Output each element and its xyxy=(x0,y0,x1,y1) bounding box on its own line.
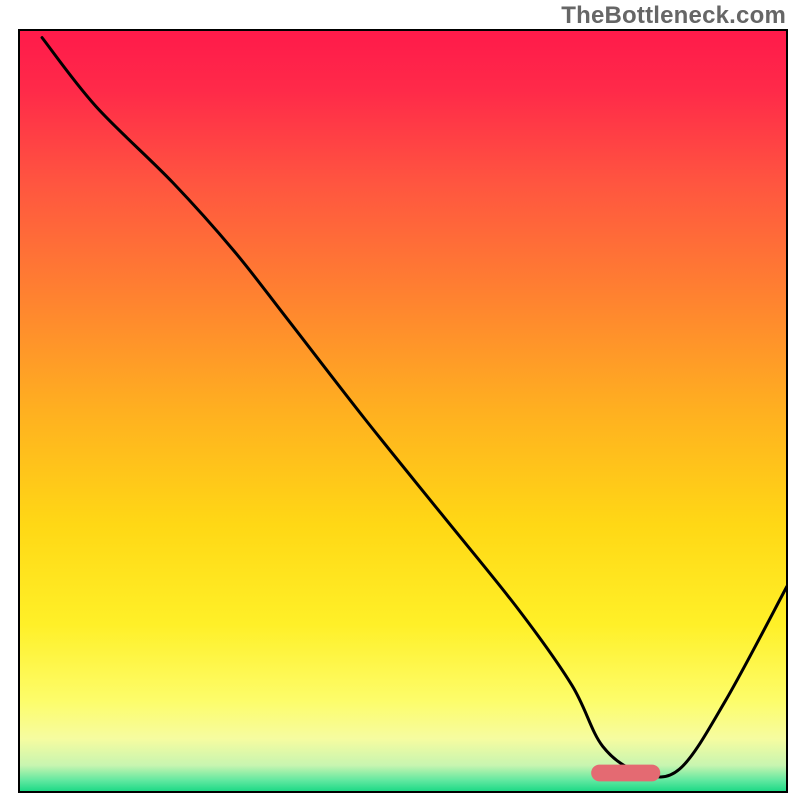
chart-frame: TheBottleneck.com xyxy=(0,0,800,800)
plot-area xyxy=(19,30,787,792)
sweet-spot-marker xyxy=(591,765,660,782)
bottleneck-chart xyxy=(0,0,800,800)
